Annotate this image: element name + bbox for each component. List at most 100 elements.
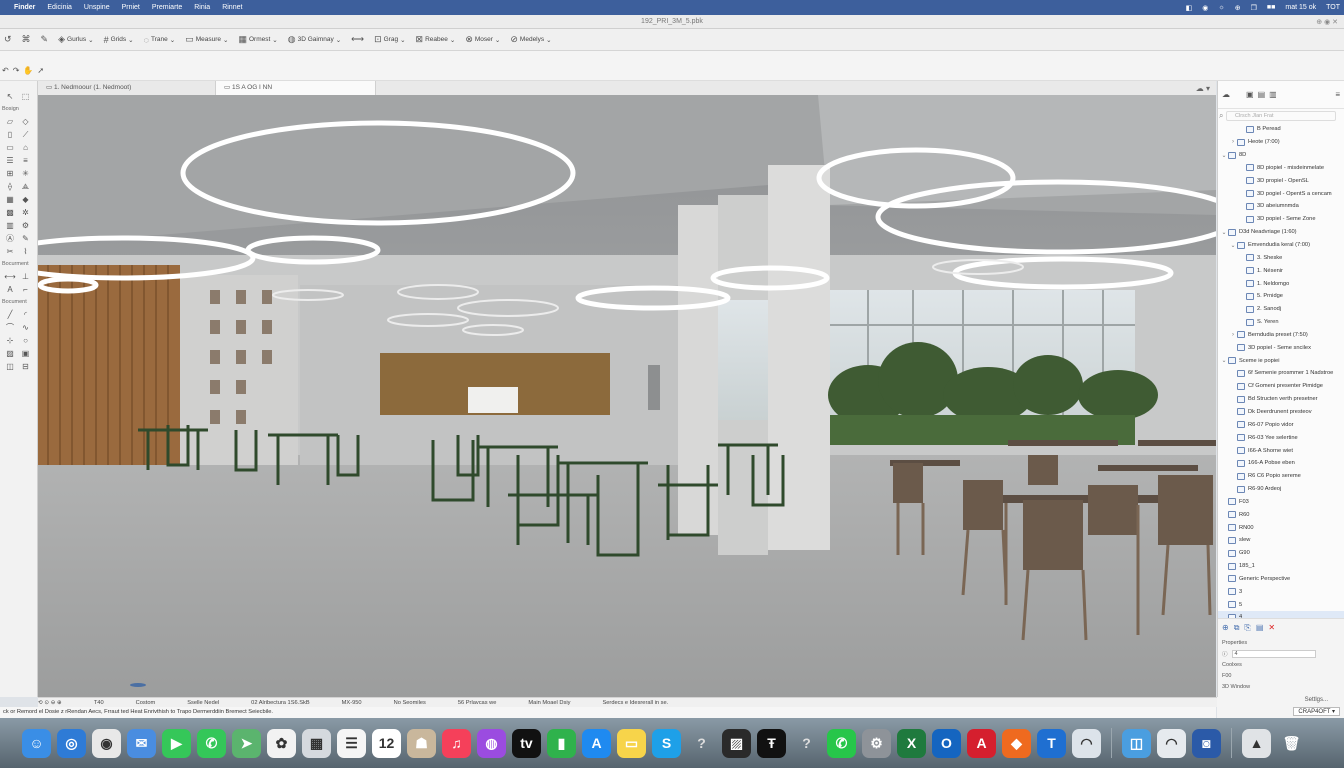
toolbar-button[interactable]: ⊗ Moser ⌄ xyxy=(465,34,500,45)
curve-icon[interactable]: ◠ xyxy=(1072,728,1101,758)
beam-icon[interactable]: ⟋ xyxy=(20,129,32,140)
tree-item[interactable]: G90 xyxy=(1218,547,1344,560)
tree-item[interactable]: Cf Gomeni presenter Pimidge xyxy=(1218,380,1344,393)
settings-button[interactable]: Settlgs... xyxy=(1305,697,1328,703)
shell-icon[interactable]: ⟁ xyxy=(20,181,32,192)
tree-item[interactable]: 5 xyxy=(1218,598,1344,611)
disclosure-icon[interactable]: ⌄ xyxy=(1229,242,1237,249)
tree-item[interactable]: S. Yeren xyxy=(1218,316,1344,329)
tree-item[interactable]: › Berndudia preset (7:50) xyxy=(1218,329,1344,342)
status-menu-item[interactable]: ■■ xyxy=(1267,4,1275,11)
menu-icon[interactable]: ≡ xyxy=(1335,90,1340,99)
zone-icon[interactable]: ⟠ xyxy=(4,181,16,192)
reminders-icon[interactable]: ☰ xyxy=(337,728,366,758)
tree-item[interactable]: R6-07 Popio vidor xyxy=(1218,418,1344,431)
link-icon[interactable]: ⎘ xyxy=(1244,623,1250,633)
view-tab[interactable]: ▭ 1. Nedmoour (1. Nedmoot) xyxy=(38,81,216,95)
level-icon[interactable]: ⊥ xyxy=(20,271,32,282)
whatsapp-icon[interactable]: ✆ xyxy=(827,728,856,758)
circle-icon[interactable]: ○ xyxy=(20,335,32,346)
tree-item[interactable]: 3D abeiumnmda xyxy=(1218,200,1344,213)
hand-icon[interactable]: ✋ xyxy=(23,66,33,75)
text-icon[interactable]: A xyxy=(4,284,16,295)
sketch-icon[interactable]: ◆ xyxy=(1002,728,1031,758)
tree-item[interactable]: R60 xyxy=(1218,508,1344,521)
hotspot-icon[interactable]: ⊹ xyxy=(4,335,16,346)
figure-icon[interactable]: ▣ xyxy=(20,348,32,359)
tree-item[interactable]: 8D piopiel - misdeinmelate xyxy=(1218,162,1344,175)
railing-icon[interactable]: ≡ xyxy=(20,155,32,166)
twinmotion-icon[interactable]: T xyxy=(1037,728,1066,758)
line-icon[interactable]: ╱ xyxy=(4,309,16,320)
chrome-icon[interactable]: ◉ xyxy=(92,728,121,758)
stair-icon[interactable]: ☰ xyxy=(4,155,16,166)
window-icon[interactable]: ⊞ xyxy=(4,168,16,179)
status-menu-item[interactable]: ❐ xyxy=(1251,4,1257,12)
tree-item[interactable]: ⌄ Emvendudia keral (7:00) xyxy=(1218,239,1344,252)
pointer-icon[interactable]: ↖ xyxy=(4,91,16,102)
tree-item[interactable]: 166-A Pobse eben xyxy=(1218,457,1344,470)
disk-icon[interactable]: ◙ xyxy=(1192,728,1221,758)
acrobat-icon[interactable]: A xyxy=(967,728,996,758)
contacts-icon[interactable]: ☗ xyxy=(407,728,436,758)
facetime-icon[interactable]: ▶ xyxy=(162,728,191,758)
tree-item[interactable]: 1. Neldomgo xyxy=(1218,277,1344,290)
roof-icon[interactable]: ⌂ xyxy=(20,142,32,153)
tree-item[interactable]: 185_1 xyxy=(1218,560,1344,573)
status-field[interactable]: MX-950 xyxy=(342,700,362,706)
disclosure-icon[interactable]: › xyxy=(1229,332,1237,338)
status-field[interactable]: Main Moael Dsiy xyxy=(528,700,570,706)
status-menu-item[interactable]: mat 15 ok xyxy=(1285,4,1316,11)
arc-icon[interactable]: ◜ xyxy=(20,309,32,320)
finder-icon[interactable]: ☺ xyxy=(22,728,51,758)
toolbar-button[interactable]: ◌ Trane ⌄ xyxy=(144,35,176,45)
mail-icon[interactable]: ✉ xyxy=(127,728,156,758)
dimension-icon[interactable]: ⟷ xyxy=(4,271,16,282)
status-menu-item[interactable]: ⊕ xyxy=(1235,4,1241,12)
tree-item[interactable]: R6-90 Ardeoj xyxy=(1218,483,1344,496)
status-field[interactable]: 56 Prlavcas we xyxy=(458,700,497,706)
tree-item[interactable]: 5. Prnidge xyxy=(1218,290,1344,303)
tree-item[interactable]: ⌄ 8D xyxy=(1218,149,1344,162)
properties-value[interactable]: 4 xyxy=(1231,649,1316,658)
toolbar-button[interactable]: ⊠ Reabee ⌄ xyxy=(416,34,456,45)
photos-icon[interactable]: ✿ xyxy=(267,728,296,758)
object-icon[interactable]: ▩ xyxy=(4,207,16,218)
disclosure-icon[interactable]: › xyxy=(1229,139,1237,145)
tree-item[interactable]: 3. Sheske xyxy=(1218,251,1344,264)
layout-icon[interactable]: ▤ xyxy=(1256,623,1264,633)
section-icon[interactable]: ⊟ xyxy=(20,361,32,372)
status-menu-item[interactable]: ☼ xyxy=(1218,4,1224,11)
tree-item[interactable]: 3D popiel - Seme Zone xyxy=(1218,213,1344,226)
view-options-icon[interactable]: ☁ ▾ xyxy=(1196,84,1216,93)
label-icon[interactable]: Ⓐ xyxy=(4,233,16,244)
status-field[interactable]: Costom xyxy=(136,700,156,706)
toolbar-button[interactable]: ⟷ xyxy=(351,34,364,45)
publisher-dropdown[interactable]: CRAP4OFT ▾ xyxy=(1293,707,1340,716)
polyline-icon[interactable]: ⌒ xyxy=(4,322,16,333)
notes-icon[interactable]: ▭ xyxy=(617,728,646,758)
archicad-icon[interactable]: Ŧ xyxy=(757,728,786,758)
new-folder-icon[interactable]: ⊕ xyxy=(1222,623,1229,633)
pen-icon[interactable]: ✎ xyxy=(20,233,32,244)
tree-item[interactable]: Bd Structen verth presetner xyxy=(1218,393,1344,406)
view-tab[interactable]: ▭ 1S A OG I NN xyxy=(216,81,376,95)
toolbar-button[interactable]: ◍ 3D Gaimnay ⌄ xyxy=(288,34,341,45)
brush-icon[interactable]: ⌇ xyxy=(20,246,32,257)
3d-viewport[interactable] xyxy=(38,95,1216,697)
tree-item[interactable]: › Heote (7:00) xyxy=(1218,136,1344,149)
menu-item[interactable]: Prniet xyxy=(122,4,140,11)
tree-item[interactable]: Generic Perspective xyxy=(1218,573,1344,586)
status-field[interactable]: Serdecs e Idesrerall in se. xyxy=(602,700,668,706)
toolbar-button[interactable]: ⊡ Grag ⌄ xyxy=(374,34,405,45)
toolbar-button[interactable]: # Grids ⌄ xyxy=(104,35,134,45)
view-map-icon[interactable]: ▤ xyxy=(1258,90,1266,99)
door-icon[interactable]: ◇ xyxy=(20,116,32,127)
status-menu-item[interactable]: ◧ xyxy=(1186,4,1193,12)
menu-item[interactable]: Unspine xyxy=(84,4,110,11)
tree-item[interactable]: 3D propiel - OpenSL xyxy=(1218,174,1344,187)
menu-item[interactable]: Premiarte xyxy=(152,4,182,11)
clone-icon[interactable]: ⧉ xyxy=(1234,623,1240,633)
help2-icon[interactable]: ? xyxy=(792,729,821,758)
redo-icon[interactable]: ↷ xyxy=(13,66,20,75)
